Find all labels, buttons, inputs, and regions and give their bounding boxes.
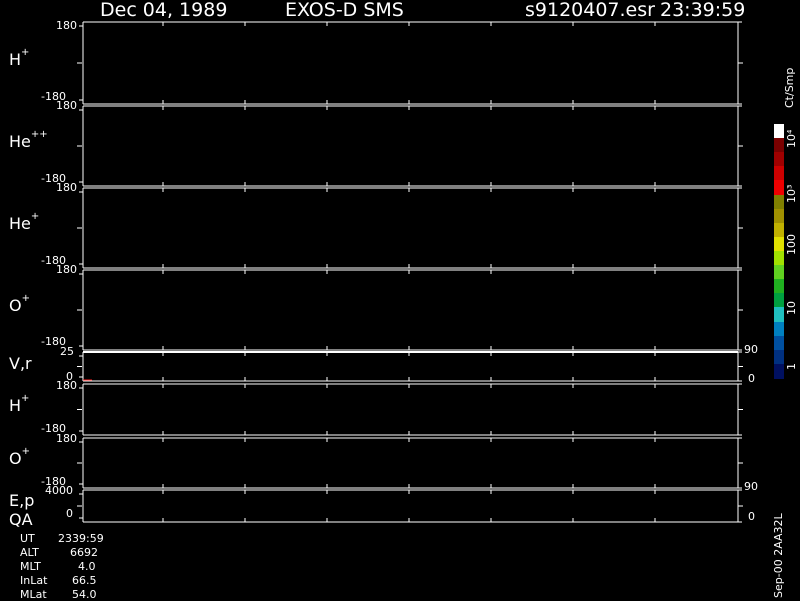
colorbar-cell	[774, 293, 784, 309]
charge-label: +	[21, 293, 30, 304]
panel-label-h-plus-2: H+	[9, 393, 30, 415]
ephem-label: MLat	[20, 588, 47, 601]
colorbar-cell	[774, 265, 784, 281]
colorbar-cell	[774, 180, 784, 196]
panel-label-o-plus-1: O+	[9, 293, 30, 315]
tick-label: 180	[56, 181, 77, 194]
colorbar-cell	[774, 138, 784, 154]
right-tick-label: 0	[748, 510, 755, 523]
colorbar-cell	[774, 335, 784, 351]
colorbar-cell	[774, 236, 784, 252]
colorbar-cell	[774, 307, 784, 323]
species-label: O	[9, 296, 22, 315]
species-label: He	[9, 214, 31, 233]
colorbar-unit: Ct/Smp	[783, 67, 796, 108]
charge-label: +	[21, 446, 30, 457]
ephem-label: MLT	[20, 560, 41, 573]
plot-area	[77, 21, 743, 523]
panel-label-he-plus: He+	[9, 211, 40, 233]
panel-label-qa: QA	[9, 510, 33, 529]
colorbar-cell	[774, 279, 784, 295]
panel-label-he-plusplus: He++	[9, 129, 48, 151]
charge-label: +	[21, 393, 30, 404]
colorbar-cell	[774, 222, 784, 238]
tick-label: 180	[56, 263, 77, 276]
tick-label: 25	[60, 345, 74, 358]
panel-label-v-r: V,r	[9, 354, 32, 373]
colorbar-cell	[774, 363, 784, 379]
ephem-value: 66.5	[72, 574, 97, 587]
ephem-label: UT	[20, 532, 35, 545]
tick-label: 180	[56, 432, 77, 445]
colorbar-label: 100	[785, 234, 798, 255]
colorbar-label: 10	[785, 301, 798, 315]
colorbar-label: 10⁴	[785, 129, 798, 148]
ephem-value: 6692	[70, 546, 98, 559]
footer-id: Sep-00 2AA32L	[772, 513, 785, 598]
charge-label: +	[21, 47, 30, 58]
colorbar-cell	[774, 194, 784, 210]
colorbar-cell	[774, 349, 784, 365]
right-tick-label: 90	[744, 480, 758, 493]
colorbar-cell	[774, 208, 784, 224]
colorbar-label: 10³	[785, 184, 798, 203]
colorbar-cell	[774, 124, 784, 139]
tick-label: 180	[56, 19, 77, 32]
ephem-value: 54.0	[72, 588, 97, 601]
right-tick-label: 90	[744, 343, 758, 356]
panel-label-e-p: E,p	[9, 491, 35, 510]
ephem-label: ALT	[20, 546, 39, 559]
colorbar-cell	[774, 152, 784, 168]
charge-label: +	[30, 211, 40, 222]
ephem-value: 2339:59	[58, 532, 104, 545]
colorbar-label: 1	[785, 363, 798, 370]
tick-label: 0	[66, 507, 73, 520]
panel-label-o-plus-2: O+	[9, 446, 30, 468]
panel-label-h-plus-1: H+	[9, 47, 30, 69]
right-tick-label: 0	[748, 372, 755, 385]
charge-label: ++	[30, 129, 48, 140]
tick-label: 4000	[45, 484, 73, 497]
tick-label: 180	[56, 379, 77, 392]
species-label: He	[9, 132, 31, 151]
colorbar-cell	[774, 321, 784, 337]
species-label: H	[9, 50, 22, 69]
ephem-value: 4.0	[78, 560, 96, 573]
species-label: H	[9, 396, 22, 415]
ephem-label: InLat	[20, 574, 48, 587]
species-label: O	[9, 449, 22, 468]
colorbar-cell	[774, 166, 784, 182]
tick-label: 180	[56, 99, 77, 112]
colorbar-cell	[774, 251, 784, 266]
